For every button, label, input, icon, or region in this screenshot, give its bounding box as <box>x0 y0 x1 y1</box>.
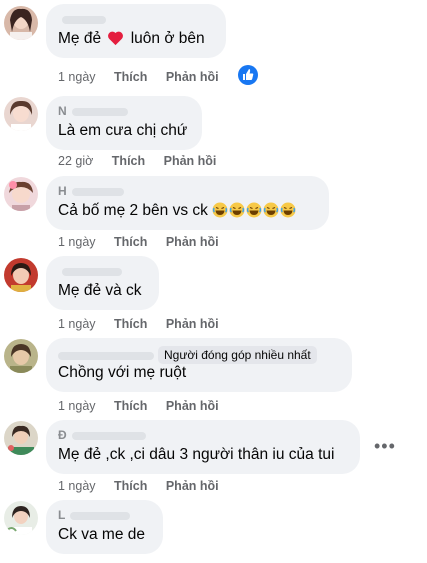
comment-bubble: Mẹ đẻ luôn ở bên <box>46 4 226 58</box>
comment-bubble: N Là em cưa chị chứ <box>46 96 202 150</box>
laughing-emoji-icon <box>263 202 279 218</box>
more-options-icon[interactable]: ••• <box>374 437 396 455</box>
reply-button[interactable]: Phản hồi <box>166 234 219 250</box>
reply-button[interactable]: Phản hồi <box>164 153 217 169</box>
like-button[interactable]: Thích <box>114 316 147 332</box>
comment-time[interactable]: 1 ngày <box>58 398 96 414</box>
comment-bubble: L Ck va me de <box>46 500 163 554</box>
comment-bubble: Đ Mẹ đẻ ,ck ,ci dâu 3 người thân iu của … <box>46 420 360 474</box>
avatar[interactable] <box>4 258 38 292</box>
comment-author[interactable]: Người đóng góp nhiều nhất <box>58 346 340 364</box>
comment-actions: 1 ngày Thích Phản hồi <box>58 234 234 250</box>
comment-actions: 1 ngày Thích Phản hồi <box>58 478 234 494</box>
like-button[interactable]: Thích <box>114 234 147 250</box>
avatar[interactable] <box>4 6 38 40</box>
comment-bubble: Người đóng góp nhiều nhất Chồng với mẹ r… <box>46 338 352 392</box>
reply-button[interactable]: Phản hồi <box>166 478 219 494</box>
avatar[interactable] <box>4 339 38 373</box>
like-reaction-icon[interactable] <box>238 65 258 85</box>
comment-actions: 1 ngày Thích Phản hồi <box>58 398 234 414</box>
comment-actions: 22 giờ Thích Phản hồi <box>58 153 231 169</box>
comment-text: Cả bố mẹ 2 bên vs ck <box>58 201 317 221</box>
laughing-emoji-icon <box>229 202 245 218</box>
reply-button[interactable]: Phản hồi <box>166 398 219 414</box>
reply-button[interactable]: Phản hồi <box>166 316 219 332</box>
comment-author[interactable]: N <box>58 104 190 119</box>
comment-time[interactable]: 22 giờ <box>58 153 93 169</box>
comment-text: Ck va me de <box>58 526 146 543</box>
comment-author[interactable]: Đ <box>58 428 348 443</box>
comment-time[interactable]: 1 ngày <box>58 478 96 494</box>
comment-time[interactable]: 1 ngày <box>58 69 96 85</box>
reply-button[interactable]: Phản hồi <box>166 69 219 85</box>
avatar[interactable] <box>4 421 38 455</box>
comment-actions: 1 ngày Thích Phản hồi <box>58 69 234 85</box>
like-button[interactable]: Thích <box>114 478 147 494</box>
comment-text: Chồng với mẹ ruột <box>58 364 187 381</box>
comment-bubble: H Cả bố mẹ 2 bên vs ck <box>46 176 329 230</box>
avatar[interactable] <box>4 97 38 131</box>
laughing-emoji-icon <box>280 202 296 218</box>
like-button[interactable]: Thích <box>114 398 147 414</box>
comment-text: Mẹ đẻ luôn ở bên <box>58 30 205 47</box>
laughing-emoji-icon <box>212 202 228 218</box>
comment-text: Mẹ đẻ ,ck ,ci dâu 3 người thân iu của tu… <box>58 446 335 463</box>
comment-time[interactable]: 1 ngày <box>58 316 96 332</box>
comment-author[interactable]: L <box>58 508 151 523</box>
comment-time[interactable]: 1 ngày <box>58 234 96 250</box>
like-button[interactable]: Thích <box>114 69 147 85</box>
comment-text: Mẹ đẻ và ck <box>58 282 142 299</box>
top-contributor-badge: Người đóng góp nhiều nhất <box>158 346 317 364</box>
avatar[interactable] <box>4 177 38 211</box>
like-button[interactable]: Thích <box>112 153 145 169</box>
comment-actions: 1 ngày Thích Phản hồi <box>58 316 234 332</box>
comment-author[interactable]: H <box>58 184 317 199</box>
comment-author[interactable] <box>58 12 214 27</box>
laughing-emoji-icon <box>246 202 262 218</box>
comment-author[interactable] <box>58 264 147 279</box>
avatar[interactable] <box>4 501 38 535</box>
comment-text: Là em cưa chị chứ <box>58 122 188 139</box>
comment-bubble: Mẹ đẻ và ck <box>46 256 159 310</box>
heart-icon <box>108 31 124 46</box>
